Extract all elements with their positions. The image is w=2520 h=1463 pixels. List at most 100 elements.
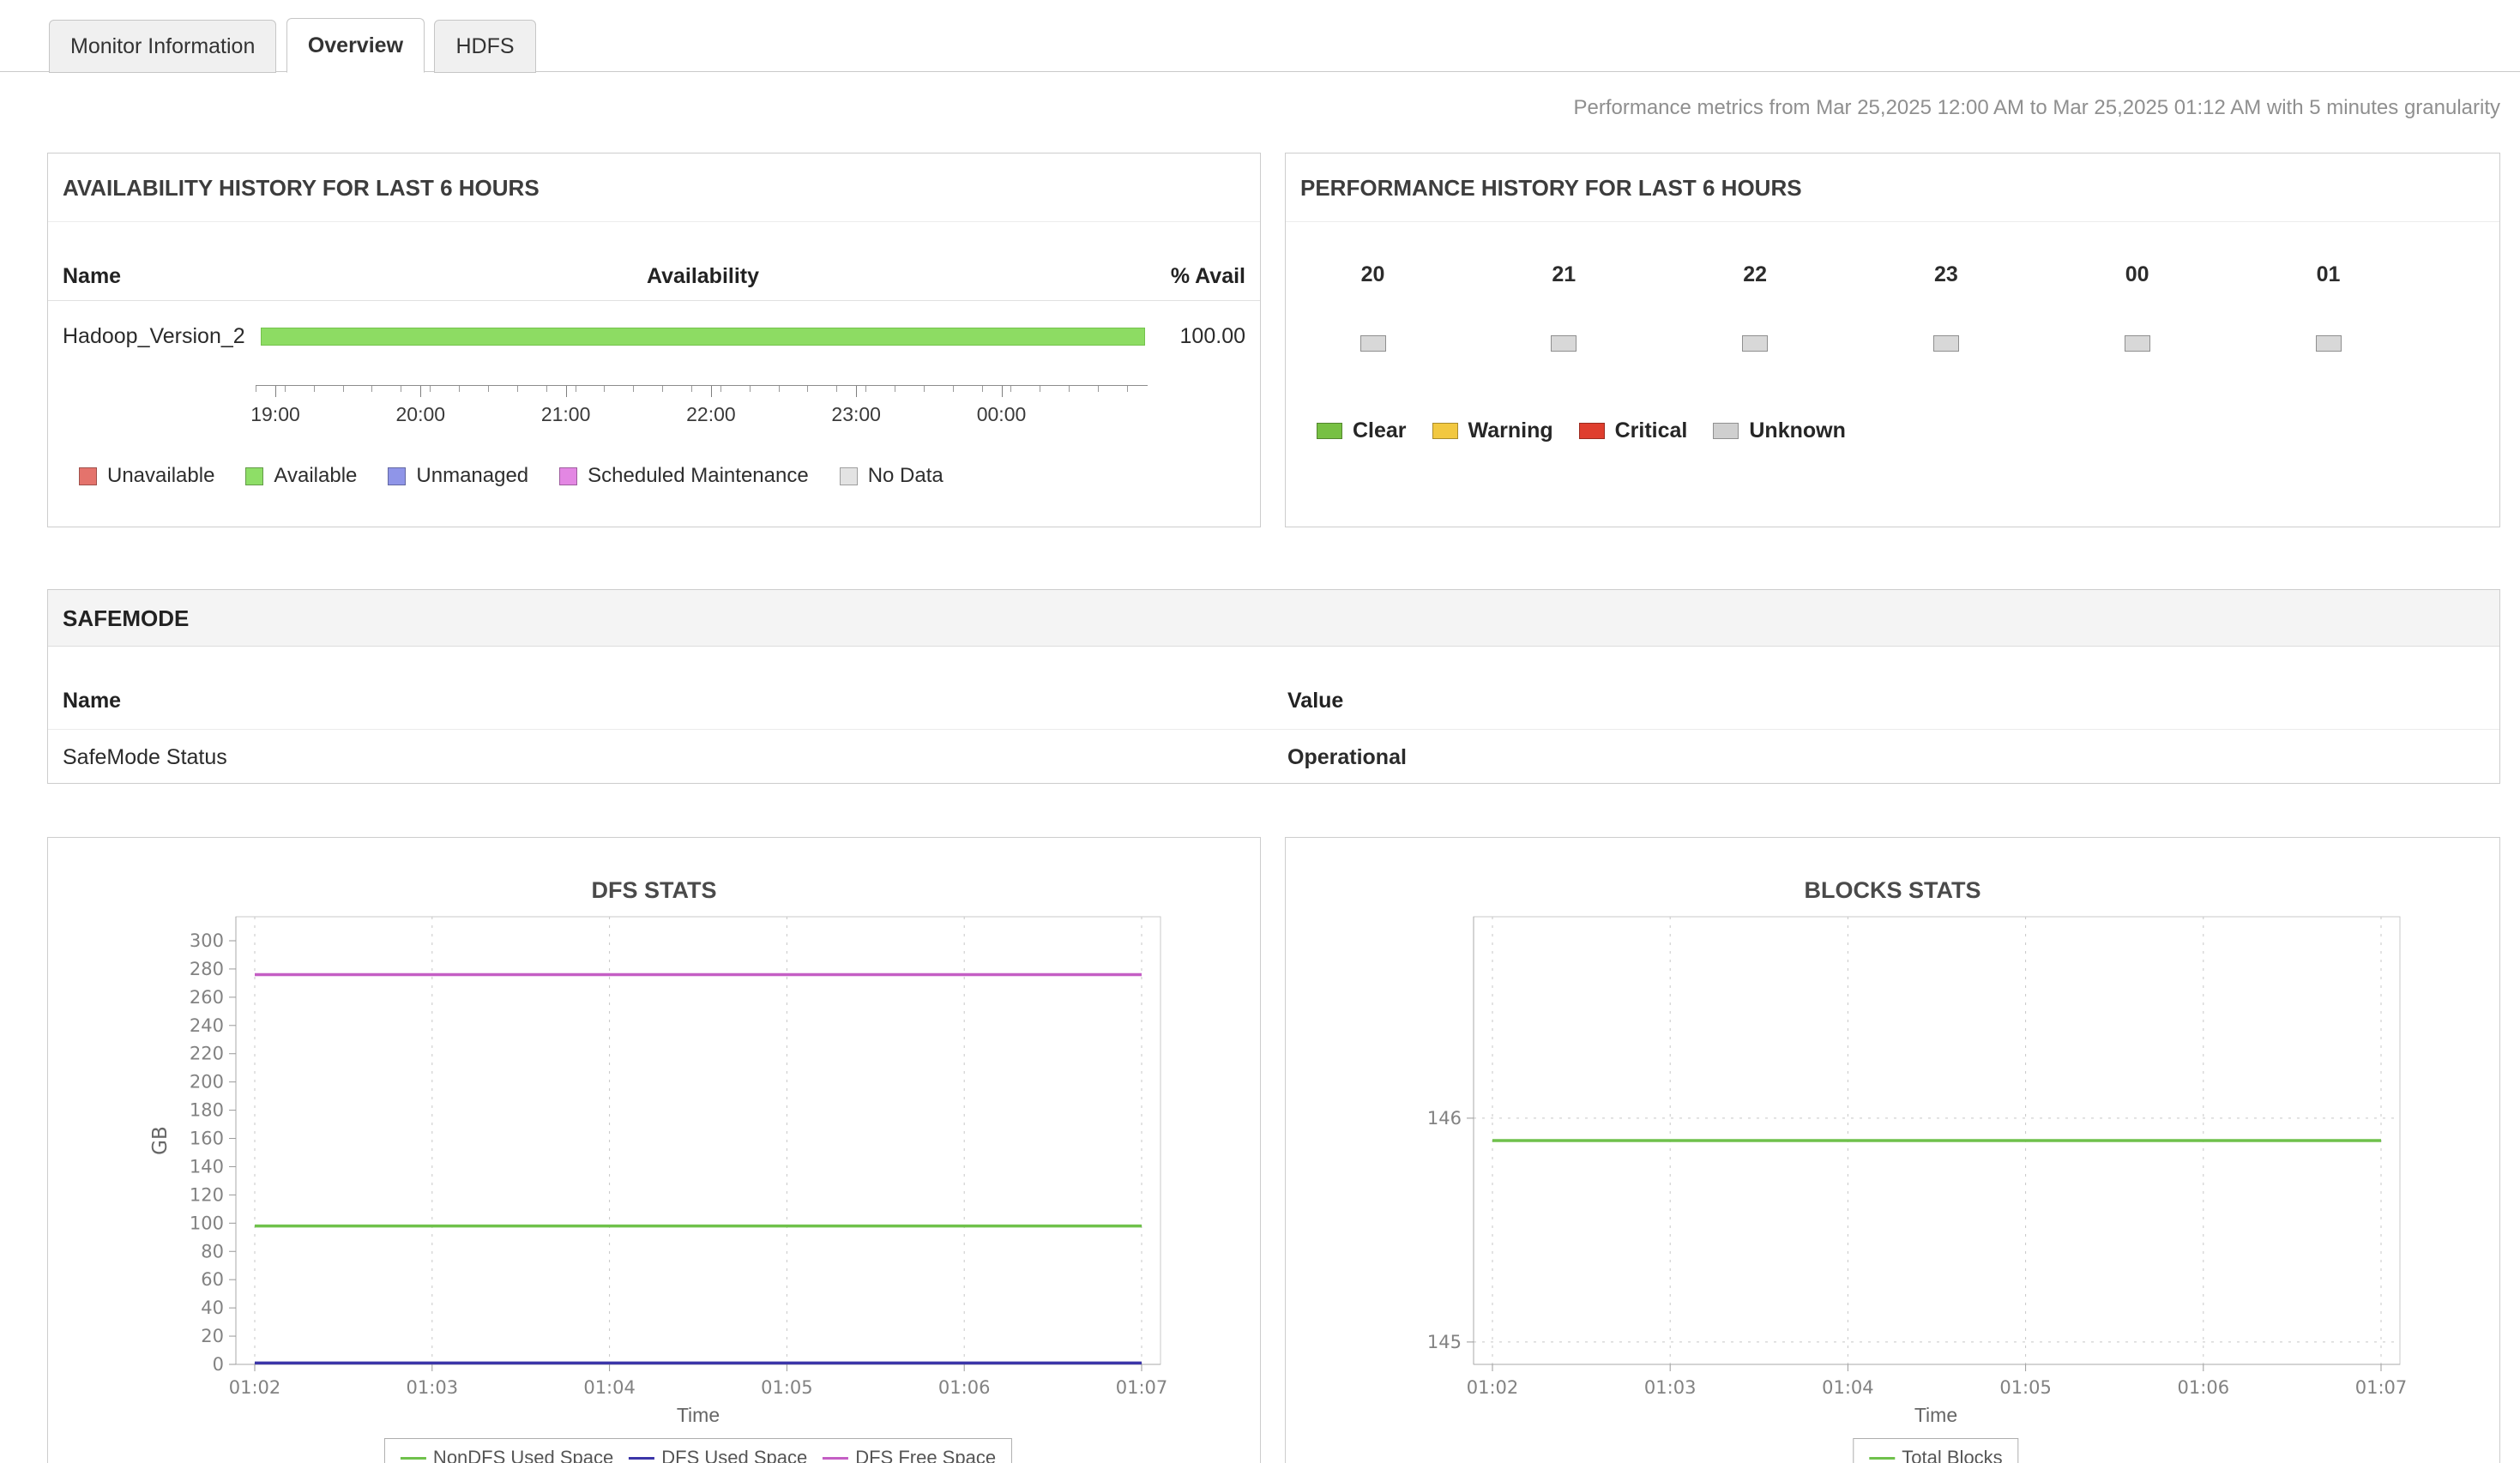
axis-minor-tick <box>953 386 954 392</box>
dashboard-page: Monitor Information Overview HDFS Perfor… <box>0 0 2520 1463</box>
performance-hour-label: 21 <box>1512 250 1615 299</box>
performance-hour-column: 23 <box>1895 250 1998 352</box>
axis-tick-label: 00:00 <box>950 403 1053 426</box>
chart-legend-swatch <box>823 1457 848 1460</box>
monitor-name: Hadoop_Version_2 <box>63 301 245 371</box>
svg-text:20: 20 <box>201 1326 224 1346</box>
legend-item: Available <box>245 464 357 488</box>
legend-item: Warning <box>1432 418 1553 443</box>
performance-status-cell[interactable] <box>1933 335 1959 352</box>
svg-text:60: 60 <box>201 1269 224 1290</box>
legend-item: Unavailable <box>79 464 214 488</box>
svg-text:40: 40 <box>201 1297 224 1318</box>
legend-label: Warning <box>1468 418 1553 443</box>
axis-minor-tick <box>836 386 837 392</box>
performance-status-cell[interactable] <box>1360 335 1386 352</box>
chart-legend-item: DFS Used Space <box>629 1447 807 1463</box>
performance-hour-label: 01 <box>2277 250 2380 299</box>
safemode-status-name: SafeMode Status <box>63 730 227 785</box>
axis-minor-tick <box>1010 386 1011 392</box>
legend-swatch-available <box>245 467 263 485</box>
legend-label: No Data <box>868 464 943 488</box>
legend-label: Unavailable <box>107 464 214 488</box>
legend-swatch-scheduled-maintenance <box>559 467 577 485</box>
chart-legend-swatch <box>401 1457 426 1460</box>
axis-minor-tick <box>720 386 721 392</box>
axis-tick-label: 20:00 <box>369 403 472 426</box>
svg-text:01:04: 01:04 <box>583 1377 636 1398</box>
availability-header-percent: % Avail <box>1171 251 1245 301</box>
performance-status-cell[interactable] <box>1551 335 1577 352</box>
axis-minor-tick <box>924 386 925 392</box>
legend-item: Unknown <box>1713 418 1846 443</box>
chart-legend-swatch <box>1869 1457 1895 1460</box>
legend-swatch-clear <box>1317 423 1342 439</box>
dfs-stats-panel: DFS STATS 020406080100120140160180200220… <box>47 837 1261 1463</box>
legend-item: Scheduled Maintenance <box>559 464 809 488</box>
performance-hour-column: 01 <box>2277 250 2380 352</box>
chart-legend-label: DFS Used Space <box>661 1447 807 1463</box>
svg-text:01:04: 01:04 <box>1822 1377 1874 1398</box>
svg-text:240: 240 <box>190 1015 224 1036</box>
availability-history-panel: AVAILABILITY HISTORY FOR LAST 6 HOURS Na… <box>47 153 1261 527</box>
chart-legend-label: DFS Free Space <box>855 1447 996 1463</box>
axis-tick-label: 19:00 <box>224 403 327 426</box>
svg-text:146: 146 <box>1427 1108 1462 1129</box>
axis-major-tick <box>275 386 276 397</box>
axis-tick-label: 22:00 <box>660 403 763 426</box>
performance-hour-column: 22 <box>1703 250 1806 352</box>
chart-legend-swatch <box>629 1457 654 1460</box>
performance-panel-title: PERFORMANCE HISTORY FOR LAST 6 HOURS <box>1286 154 2499 222</box>
chart-legend-item: Total Blocks <box>1869 1447 2002 1463</box>
legend-label: Clear <box>1353 418 1407 443</box>
availability-header-name: Name <box>63 251 121 301</box>
blocks-stats-xlabel: Time <box>1474 1404 2398 1427</box>
tab-overview[interactable]: Overview <box>286 18 425 73</box>
axis-minor-tick <box>633 386 634 392</box>
chart-legend-item: NonDFS Used Space <box>401 1447 613 1463</box>
safemode-panel: SAFEMODE Name Value SafeMode Status Oper… <box>47 589 2500 784</box>
performance-hour-label: 23 <box>1895 250 1998 299</box>
svg-text:145: 145 <box>1427 1332 1462 1352</box>
dfs-stats-title: DFS STATS <box>48 870 1260 910</box>
tab-monitor-information[interactable]: Monitor Information <box>49 20 276 73</box>
svg-text:01:05: 01:05 <box>761 1377 813 1398</box>
svg-text:0: 0 <box>213 1354 224 1375</box>
performance-status-cell[interactable] <box>2316 335 2342 352</box>
axis-minor-tick <box>488 386 489 392</box>
dfs-stats-xlabel: Time <box>236 1404 1161 1427</box>
availability-bar[interactable] <box>261 328 1145 346</box>
blocks-stats-chart-legend: Total Blocks <box>1853 1438 2018 1463</box>
axis-minor-tick <box>1098 386 1099 392</box>
blocks-stats-svg: 14514601:0201:0301:0401:0501:0601:07 <box>1286 910 2499 1403</box>
legend-label: Available <box>274 464 357 488</box>
performance-status-cell[interactable] <box>2125 335 2150 352</box>
svg-text:01:06: 01:06 <box>938 1377 991 1398</box>
svg-text:120: 120 <box>190 1184 224 1205</box>
performance-hour-label: 22 <box>1703 250 1806 299</box>
performance-hour-label: 20 <box>1322 250 1425 299</box>
availability-table-header: Name Availability % Avail <box>48 251 1260 301</box>
legend-swatch-critical <box>1579 423 1605 439</box>
axis-minor-tick <box>604 386 605 392</box>
axis-tick-label: 21:00 <box>515 403 618 426</box>
availability-header-availability: Availability <box>261 251 1145 301</box>
svg-text:100: 100 <box>190 1213 224 1233</box>
svg-text:160: 160 <box>190 1129 224 1149</box>
safemode-panel-title: SAFEMODE <box>48 590 2499 647</box>
axis-minor-tick <box>982 386 983 392</box>
performance-status-cell[interactable] <box>1742 335 1768 352</box>
svg-text:01:02: 01:02 <box>229 1377 281 1398</box>
svg-text:300: 300 <box>190 930 224 951</box>
tab-bar: Monitor Information Overview HDFS <box>0 0 2520 72</box>
performance-hour-column: 20 <box>1322 250 1425 352</box>
svg-text:01:05: 01:05 <box>1999 1377 2052 1398</box>
legend-swatch-no-data <box>840 467 858 485</box>
axis-minor-tick <box>546 386 547 392</box>
legend-label: Unknown <box>1749 418 1846 443</box>
axis-major-tick <box>566 386 567 397</box>
tab-hdfs[interactable]: HDFS <box>434 20 535 73</box>
axis-minor-tick <box>371 386 372 392</box>
availability-bar-track <box>261 328 1145 346</box>
legend-swatch-warning <box>1432 423 1458 439</box>
